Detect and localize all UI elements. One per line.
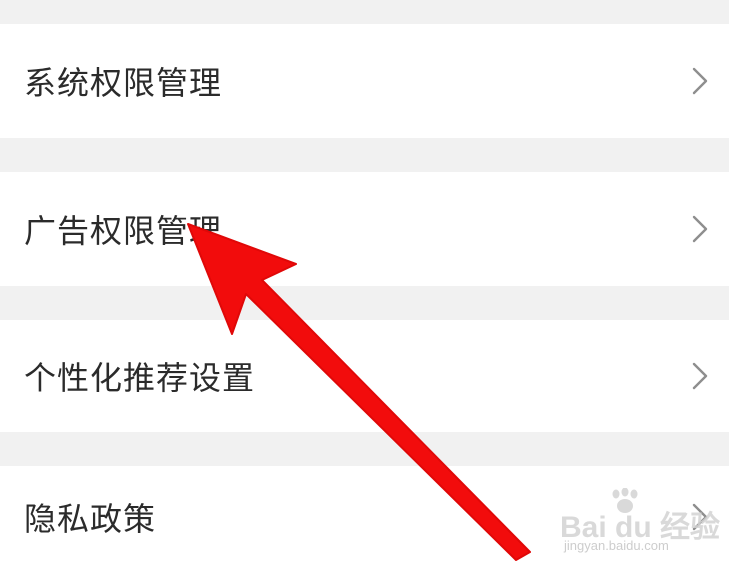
- section-gap: [0, 286, 729, 320]
- chevron-right-icon: [689, 502, 711, 532]
- settings-item-label: 广告权限管理: [24, 212, 223, 250]
- settings-item-label: 个性化推荐设置: [24, 359, 256, 397]
- chevron-right-icon: [689, 214, 711, 244]
- settings-item-label: 隐私政策: [24, 499, 157, 538]
- settings-screen: 系统权限管理 广告权限管理 个性化推荐设置 隐私政策: [0, 0, 729, 567]
- settings-item-system-permissions[interactable]: 系统权限管理: [0, 24, 729, 138]
- settings-item-ad-permissions[interactable]: 广告权限管理: [0, 172, 729, 286]
- settings-item-personalized-recommendation[interactable]: 个性化推荐设置: [0, 320, 729, 432]
- section-gap: [0, 432, 729, 466]
- chevron-right-icon: [689, 66, 711, 96]
- settings-item-privacy-policy[interactable]: 隐私政策: [0, 466, 729, 567]
- settings-item-label: 系统权限管理: [24, 64, 223, 102]
- section-gap: [0, 138, 729, 172]
- chevron-right-icon: [689, 361, 711, 391]
- section-gap: [0, 0, 729, 24]
